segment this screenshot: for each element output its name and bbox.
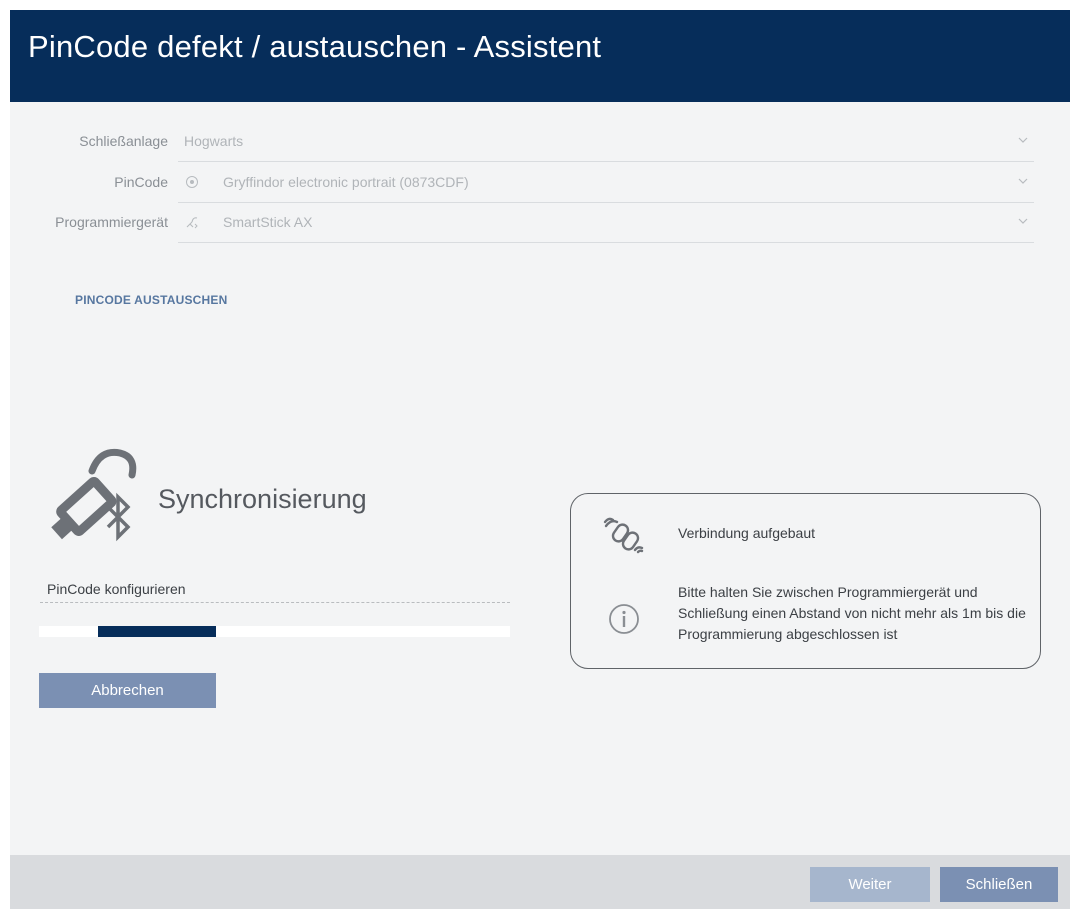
distance-hint-text: Bitte halten Sie zwischen Programmierger… — [678, 584, 1026, 642]
window-title: PinCode defekt / austauschen - Assistent — [28, 29, 602, 64]
next-button[interactable]: Weiter — [810, 867, 930, 902]
step-label-text: PinCode konfigurieren — [47, 581, 186, 597]
step-label: PinCode konfigurieren — [40, 578, 510, 603]
sync-title: Synchronisierung — [158, 484, 367, 514]
wizard-window: PinCode defekt / austauschen - Assistent… — [10, 10, 1070, 909]
footer-bar: Weiter Schließen — [10, 855, 1070, 909]
field-label-pincode: PinCode — [114, 174, 168, 190]
chevron-down-icon — [1018, 137, 1028, 143]
field-row-programmiergeraet: Programmiergerät SmartStick AX — [10, 204, 1070, 244]
programmiergeraet-select[interactable]: SmartStick AX — [178, 204, 1034, 243]
pincode-value: Gryffindor electronic portrait (0873CDF) — [223, 174, 469, 190]
title-bar: PinCode defekt / austauschen - Assistent — [10, 10, 1070, 102]
section-heading: PINCODE AUSTAUSCHEN — [75, 293, 228, 307]
cancel-button[interactable]: Abbrechen — [39, 673, 216, 708]
pincode-select[interactable]: Gryffindor electronic portrait (0873CDF) — [178, 164, 1034, 203]
chevron-down-icon — [1018, 178, 1028, 184]
info-icon — [609, 604, 639, 634]
field-label-schliessanlage: Schließanlage — [79, 133, 168, 149]
programmiergeraet-value: SmartStick AX — [223, 214, 313, 230]
progress-fill — [98, 626, 216, 637]
connection-status-text: Verbindung aufgebaut — [678, 525, 816, 541]
smartstick-icon — [186, 217, 198, 229]
info-box: Verbindung aufgebaut Bitte halten Sie zw… — [570, 493, 1041, 669]
pincode-icon — [186, 176, 198, 188]
field-row-pincode: PinCode Gryffindor electronic portrait (… — [10, 164, 1070, 204]
close-button[interactable]: Schließen — [940, 867, 1058, 902]
field-row-schliessanlage: Schließanlage Hogwarts — [10, 123, 1070, 163]
field-label-programmiergeraet: Programmiergerät — [55, 214, 168, 230]
bluetooth-stick-icon — [51, 448, 137, 542]
chevron-down-icon — [1018, 218, 1028, 224]
schliessanlage-select[interactable]: Hogwarts — [178, 123, 1034, 162]
schliessanlage-value: Hogwarts — [184, 133, 244, 149]
progress-bar — [39, 626, 510, 637]
connection-link-icon — [603, 517, 644, 554]
